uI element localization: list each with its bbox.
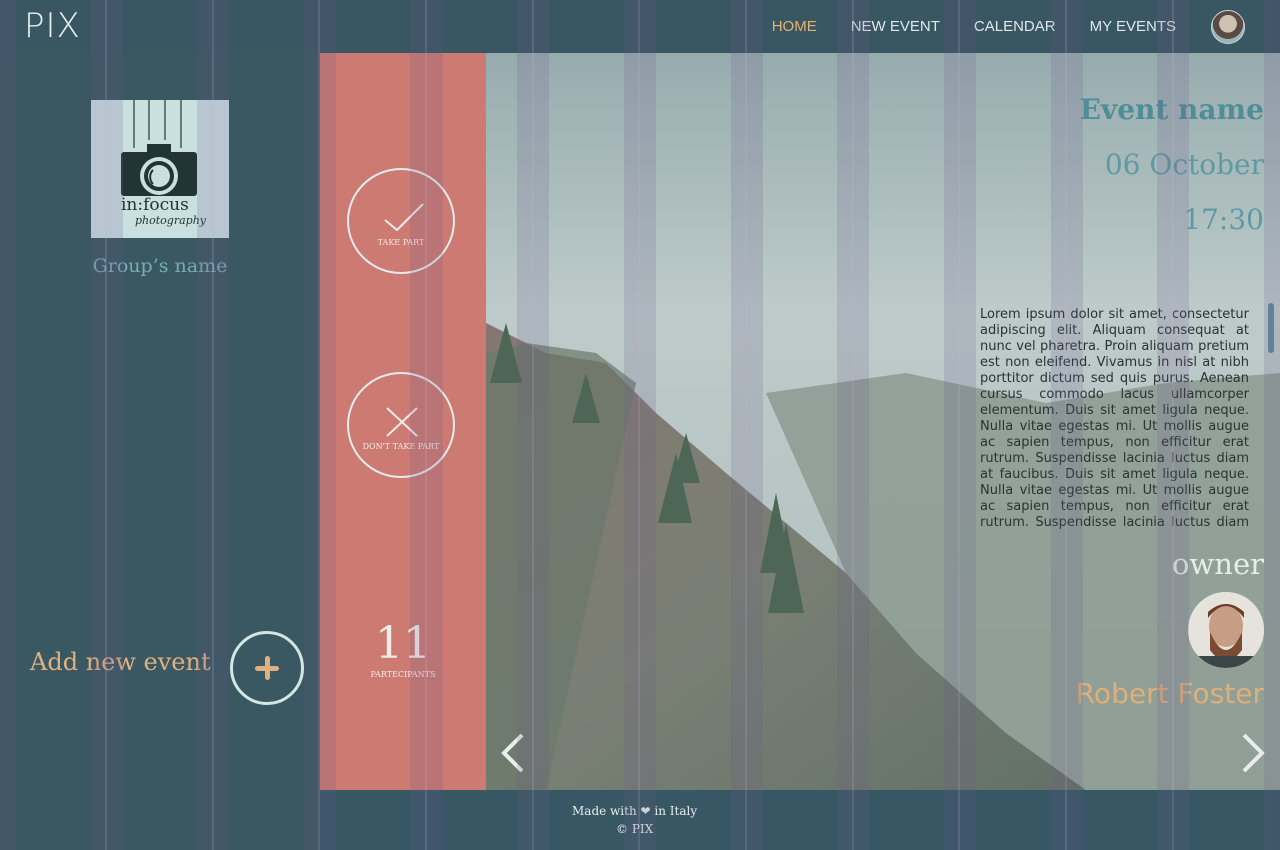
- footer-copyright: © PIX: [616, 822, 654, 836]
- owner-heading: owner: [1172, 547, 1264, 581]
- sidebar: in:focus photography Group’s name Add ne…: [0, 53, 320, 850]
- group-logo[interactable]: in:focus photography: [91, 100, 229, 238]
- description-scrollbar[interactable]: [1268, 303, 1274, 353]
- owner-avatar[interactable]: [1188, 592, 1264, 668]
- event-time: 17:30: [1183, 203, 1264, 236]
- dont-take-part-button[interactable]: DON'T TAKE PART: [347, 372, 455, 478]
- main-nav: HOME NEW EVENT CALENDAR MY EVENTS: [772, 0, 1280, 53]
- user-avatar[interactable]: [1211, 9, 1245, 44]
- event-date: 06 October: [1104, 148, 1264, 181]
- add-event-button[interactable]: [230, 631, 304, 705]
- take-part-button[interactable]: TAKE PART: [347, 168, 455, 274]
- nav-new-event[interactable]: NEW EVENT: [851, 18, 940, 35]
- owner-name[interactable]: Robert Foster: [1076, 677, 1264, 710]
- footer-made-suffix: in Italy: [654, 804, 698, 818]
- group-name[interactable]: Group’s name: [0, 255, 320, 277]
- chevron-right-icon[interactable]: [1238, 731, 1268, 775]
- close-icon: [386, 407, 418, 437]
- check-icon: [384, 203, 424, 232]
- participants-count: 11: [375, 618, 431, 669]
- event-title: Event name: [1079, 93, 1264, 126]
- heart-icon: ❤: [640, 804, 651, 818]
- take-part-label: TAKE PART: [377, 238, 425, 247]
- group-logo-subtext: photography: [135, 214, 206, 227]
- event-description: Lorem ipsum dolor sit amet, consectetur …: [980, 307, 1249, 530]
- participants-label: PARTECIPANTS: [370, 670, 436, 679]
- event-actions: TAKE PART DON'T TAKE PART 11 PARTECIPANT…: [320, 53, 486, 790]
- top-bar: PIX HOME NEW EVENT CALENDAR MY EVENTS: [0, 0, 1280, 53]
- nav-my-events[interactable]: MY EVENTS: [1090, 18, 1176, 35]
- group-logo-text: in:focus: [121, 195, 189, 215]
- footer-credit: Made with ❤ in Italy: [572, 804, 697, 818]
- footer: Made with ❤ in Italy © PIX: [320, 790, 1280, 850]
- add-event-label[interactable]: Add new event: [30, 648, 211, 676]
- app-logo[interactable]: PIX: [24, 6, 81, 46]
- event-panel: Event name 06 October 17:30 Lorem ipsum …: [486, 53, 1280, 790]
- nav-home[interactable]: HOME: [772, 18, 817, 35]
- dont-take-part-label: DON'T TAKE PART: [362, 442, 440, 451]
- footer-made-prefix: Made with: [572, 804, 637, 818]
- chevron-left-icon[interactable]: [498, 731, 528, 775]
- owner-photo: [1188, 592, 1264, 668]
- nav-calendar[interactable]: CALENDAR: [974, 18, 1056, 35]
